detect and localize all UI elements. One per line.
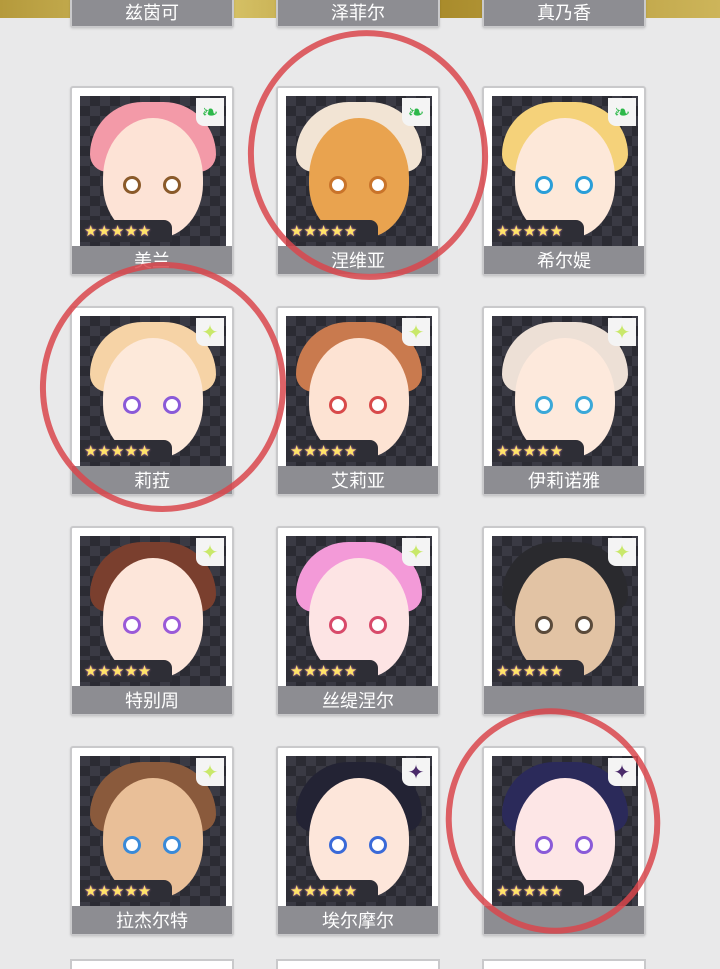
character-name: 泽菲尔 [331,3,385,24]
character-card[interactable]: ❧ ★★★★★ 美兰 [70,86,234,276]
character-name: 真乃香 [537,3,591,24]
character-card[interactable]: 真乃香 [482,0,646,28]
rarity-stars: ★★★★★ [80,880,172,902]
character-card[interactable]: 兹茵可 [70,0,234,28]
character-name: 希尔媞 [537,251,591,272]
character-name: 兹茵可 [125,3,179,24]
character-card[interactable]: ✦ ★★★★★ 拉杰尔特 [70,746,234,936]
character-name: 拉杰尔特 [116,911,188,932]
light-element-icon: ✦ [196,758,224,786]
character-name: 丝缇涅尔 [322,691,394,712]
star-rating: ★★★★★ [496,661,564,680]
character-name: 伊莉诺雅 [528,471,600,492]
rarity-stars: ★★★★★ [492,220,584,242]
rarity-stars: ★★★★★ [286,880,378,902]
character-name: 特别周 [125,691,179,712]
character-portrait: ✦ ★★★★★ [286,536,432,686]
star-rating: ★★★★★ [290,441,358,460]
name-bar: 泽菲尔 [278,0,438,26]
character-card-partial[interactable] [482,959,646,969]
name-bar: 艾莉亚 [278,466,438,494]
name-bar: 真乃香 [484,0,644,26]
character-card-partial[interactable] [70,959,234,969]
character-card[interactable]: ✦ ★★★★★ 埃尔摩尔 [276,746,440,936]
name-bar: 拉杰尔特 [72,906,232,934]
character-portrait: ✦ ★★★★★ [286,756,432,906]
character-portrait: ❧ ★★★★★ [492,96,638,246]
light-element-icon: ✦ [402,538,430,566]
star-rating: ★★★★★ [496,221,564,240]
name-bar: 丝缇涅尔 [278,686,438,714]
light-element-icon: ✦ [402,318,430,346]
star-rating: ★★★★★ [290,661,358,680]
star-rating: ★★★★★ [496,441,564,460]
wind-element-icon: ❧ [196,98,224,126]
character-portrait: ❧ ★★★★★ [80,96,226,246]
name-bar: 埃尔摩尔 [278,906,438,934]
character-portrait: ✦ ★★★★★ [80,756,226,906]
name-bar: 伊莉诺雅 [484,466,644,494]
rarity-stars: ★★★★★ [80,220,172,242]
wind-element-icon: ❧ [608,98,636,126]
character-card[interactable]: ❧ ★★★★★ 希尔媞 [482,86,646,276]
rarity-stars: ★★★★★ [80,660,172,682]
name-bar: 希尔媞 [484,246,644,274]
character-portrait: ✦ ★★★★★ [492,316,638,466]
rarity-stars: ★★★★★ [286,660,378,682]
character-name: 艾莉亚 [331,471,385,492]
rarity-stars: ★★★★★ [492,440,584,462]
character-card[interactable]: ✦ ★★★★★ 特别周 [70,526,234,716]
character-card-partial[interactable] [276,959,440,969]
character-card[interactable]: ✦ ★★★★★ 丝缇涅尔 [276,526,440,716]
star-rating: ★★★★★ [84,881,152,900]
name-bar: 特别周 [72,686,232,714]
rarity-stars: ★★★★★ [492,660,584,682]
star-rating: ★★★★★ [290,881,358,900]
dark-element-icon: ✦ [402,758,430,786]
character-card[interactable]: ✦ ★★★★★ [482,526,646,716]
light-element-icon: ✦ [608,538,636,566]
character-portrait: ✦ ★★★★★ [286,316,432,466]
character-card[interactable]: ✦ ★★★★★ 艾莉亚 [276,306,440,496]
character-card[interactable]: ✦ ★★★★★ 伊莉诺雅 [482,306,646,496]
character-name: 埃尔摩尔 [322,911,394,932]
light-element-icon: ✦ [196,538,224,566]
star-rating: ★★★★★ [84,221,152,240]
light-element-icon: ✦ [608,318,636,346]
name-bar: 兹茵可 [72,0,232,26]
character-card[interactable]: 泽菲尔 [276,0,440,28]
character-portrait: ✦ ★★★★★ [492,536,638,686]
character-portrait: ✦ ★★★★★ [80,536,226,686]
star-rating: ★★★★★ [84,661,152,680]
rarity-stars: ★★★★★ [286,440,378,462]
